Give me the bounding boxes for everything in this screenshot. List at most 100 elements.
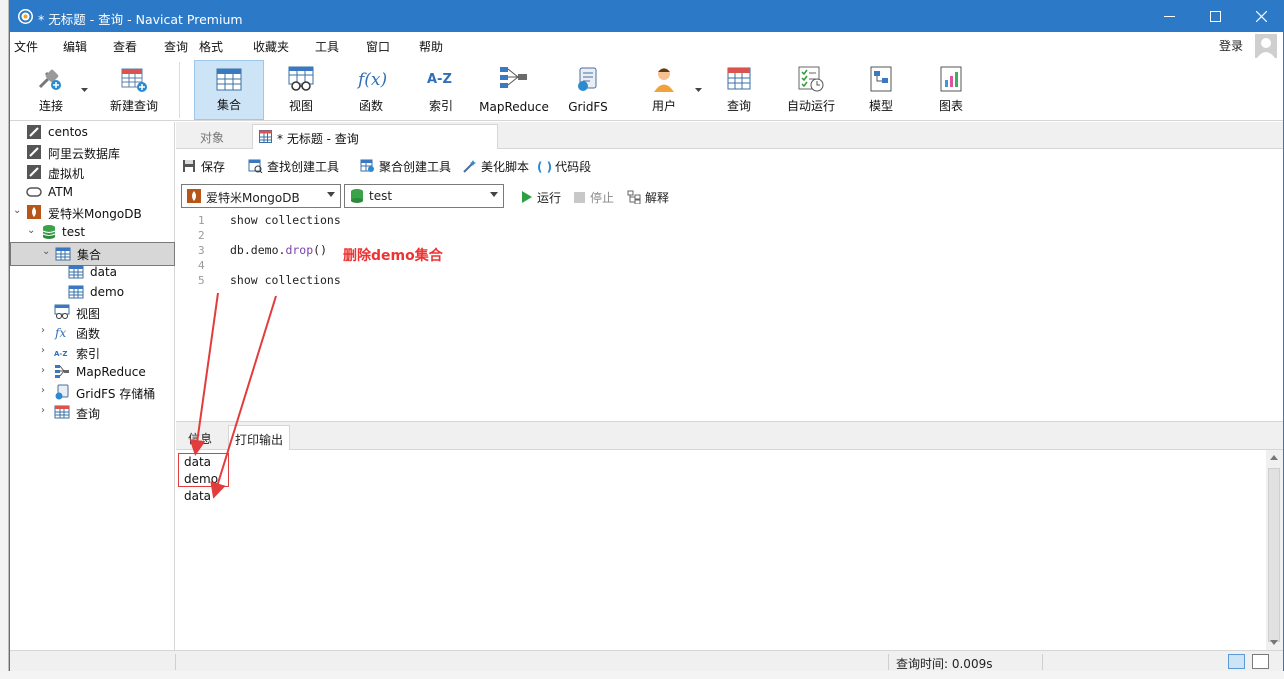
connection-select[interactable]: 爱特米MongoDB — [181, 184, 341, 208]
close-button[interactable] — [1238, 1, 1284, 32]
tab-print-output[interactable]: 打印输出 — [228, 425, 291, 450]
collection-table-icon — [55, 247, 71, 261]
mapreduce-button[interactable]: MapReduce — [476, 60, 552, 120]
scroll-up-icon[interactable] — [1270, 455, 1278, 460]
user-dropdown-icon[interactable] — [695, 88, 702, 92]
chevron-right-icon[interactable]: › — [41, 385, 51, 397]
tree-folder-mapreduce[interactable]: › MapReduce — [10, 362, 175, 382]
gridfs-button[interactable]: GridFS — [556, 60, 620, 120]
menu-window[interactable]: 窗口 — [366, 38, 390, 55]
beautify-button[interactable]: 美化脚本 — [462, 158, 529, 175]
form-view-toggle-icon[interactable] — [1228, 654, 1245, 669]
query-editor[interactable]: 1 2 3 4 5 show collections db.demo.drop(… — [176, 211, 1283, 421]
find-builder-button[interactable]: 查找创建工具 — [248, 158, 339, 175]
chevron-right-icon[interactable]: › — [41, 345, 51, 357]
tree-folder-view[interactable]: 视图 — [10, 302, 175, 322]
chevron-right-icon[interactable]: › — [41, 405, 51, 417]
save-button[interactable]: 保存 — [182, 158, 225, 175]
user-avatar-icon[interactable] — [1255, 34, 1277, 58]
grid-view-toggle-icon[interactable] — [1252, 654, 1269, 669]
tree-connection-active[interactable]: ⌄ 爱特米MongoDB — [10, 202, 175, 222]
database-select-value: test — [369, 189, 393, 203]
menu-bar: 文件 编辑 查看 查询 格式 收藏夹 工具 窗口 帮助 登录 — [10, 32, 1283, 58]
function-button[interactable]: f(x) 函数 — [336, 60, 406, 120]
tree-label: ATM — [48, 185, 73, 199]
menu-file[interactable]: 文件 — [14, 38, 38, 55]
code-token-dot: . — [243, 243, 251, 257]
tree-folder-index[interactable]: › A-Z 索引 — [10, 342, 175, 362]
status-bar: 查询时间: 0.009s — [10, 650, 1283, 672]
model-button[interactable]: 模型 — [846, 60, 916, 120]
line-number: 1 — [198, 214, 205, 227]
new-query-button[interactable]: 新建查询 — [95, 60, 173, 120]
tree-label: 虚拟机 — [48, 167, 85, 181]
query-button[interactable]: 查询 — [707, 60, 771, 120]
tab-info[interactable]: 信息 — [182, 425, 218, 450]
index-label: 索引 — [428, 99, 453, 113]
menu-query[interactable]: 查询 — [164, 38, 188, 55]
query-table-icon — [259, 130, 272, 143]
navicat-logo-icon — [18, 9, 33, 24]
line-number: 2 — [198, 229, 205, 242]
run-label: 运行 — [537, 191, 562, 205]
tree-database-test[interactable]: ⌄ test — [10, 222, 175, 242]
query-table-icon — [727, 67, 751, 90]
menu-tools[interactable]: 工具 — [315, 38, 339, 55]
tree-folder-query[interactable]: › 查询 — [10, 402, 175, 422]
minimize-button[interactable] — [1146, 1, 1192, 32]
connect-button[interactable]: 连接 — [20, 60, 82, 120]
tree-folder-gridfs[interactable]: › GridFS 存储桶 — [10, 382, 175, 402]
maximize-button[interactable] — [1192, 1, 1238, 32]
view-button[interactable]: 视图 — [266, 60, 336, 120]
function-fx-icon: f(x) — [356, 70, 386, 90]
tree-label: data — [90, 265, 118, 279]
view-label: 视图 — [288, 99, 313, 113]
chevron-right-icon[interactable]: › — [41, 325, 51, 337]
snippet-button[interactable]: ( ) 代码段 — [537, 158, 591, 175]
tab-objects[interactable]: 对象 — [176, 124, 248, 149]
database-select[interactable]: test — [344, 184, 504, 208]
connect-dropdown-icon[interactable] — [81, 88, 88, 92]
minimize-icon — [1163, 15, 1175, 17]
tree-collection-demo[interactable]: demo — [10, 282, 175, 302]
user-button[interactable]: 用户 — [632, 60, 696, 120]
chart-button[interactable]: 图表 — [916, 60, 986, 120]
collection-button[interactable]: 集合 — [194, 60, 264, 120]
chevron-down-icon[interactable]: ⌄ — [27, 225, 37, 237]
login-link[interactable]: 登录 — [1219, 37, 1243, 54]
tree-connection-aliyun[interactable]: 阿里云数据库 — [10, 142, 175, 162]
automation-button[interactable]: 自动运行 — [776, 60, 846, 120]
menu-edit[interactable]: 编辑 — [63, 38, 87, 55]
menu-favorites[interactable]: 收藏夹 — [253, 38, 289, 55]
chevron-down-icon[interactable]: ⌄ — [42, 246, 52, 258]
automation-checklist-icon — [798, 66, 824, 92]
menu-view[interactable]: 查看 — [113, 38, 137, 55]
scroll-down-icon[interactable] — [1270, 640, 1278, 645]
tree-collection-data[interactable]: data — [10, 262, 175, 282]
gridfs-label: GridFS — [568, 100, 608, 114]
tree-label: 视图 — [76, 307, 101, 321]
chevron-right-icon[interactable]: › — [41, 365, 51, 377]
tree-connection-atm[interactable]: ATM — [10, 182, 175, 202]
run-button[interactable]: 运行 — [521, 189, 561, 206]
vertical-scrollbar[interactable] — [1266, 450, 1283, 650]
menu-help[interactable]: 帮助 — [419, 38, 443, 55]
menu-format[interactable]: 格式 — [199, 38, 223, 55]
view-glasses-icon — [54, 304, 70, 319]
document-tabs: 对象 * 无标题 - 查询 — [176, 122, 1283, 149]
stop-button[interactable]: 停止 — [574, 189, 614, 206]
chart-icon — [940, 66, 962, 92]
collection-table-icon — [68, 265, 84, 279]
tree-connection-vm[interactable]: 虚拟机 — [10, 162, 175, 182]
tree-connection-centos[interactable]: centos — [10, 122, 175, 142]
scrollbar-thumb[interactable] — [1268, 468, 1280, 642]
mongodb-leaf-icon — [187, 189, 201, 203]
index-button[interactable]: A-Z 索引 — [406, 60, 476, 120]
status-separator — [888, 654, 889, 670]
chevron-down-icon[interactable]: ⌄ — [13, 205, 23, 217]
code-token-db: db — [230, 243, 244, 257]
tree-folder-function[interactable]: › fx 函数 — [10, 322, 175, 342]
explain-button[interactable]: 解释 — [627, 189, 669, 206]
aggregate-builder-button[interactable]: 聚合创建工具 — [360, 158, 451, 175]
tab-query[interactable]: * 无标题 - 查询 — [252, 124, 498, 149]
